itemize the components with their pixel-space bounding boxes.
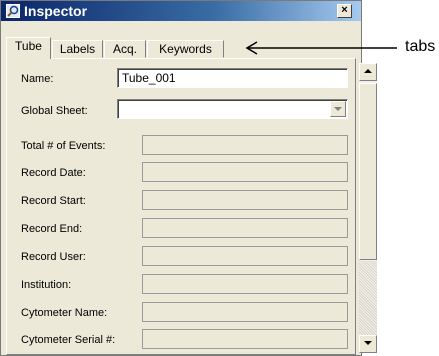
scroll-down-arrow-icon (364, 341, 372, 345)
tab-labels[interactable]: Labels (52, 40, 103, 58)
tab-label: Labels (59, 42, 96, 56)
scroll-up-button[interactable] (359, 63, 377, 81)
record-end-field (142, 218, 348, 238)
tab-label: Keywords (159, 42, 212, 56)
total-events-label: Total # of Events: (21, 140, 106, 152)
magnifier-icon (6, 4, 20, 18)
tab-tube[interactable]: Tube (6, 37, 51, 59)
tab-acq[interactable]: Acq. (104, 40, 146, 58)
record-end-label: Record End: (21, 223, 83, 235)
tab-label: Acq. (112, 42, 137, 56)
record-start-label: Record Start: (21, 195, 86, 207)
institution-field (142, 274, 348, 294)
record-start-field (142, 190, 348, 210)
annotation-label: tabs (405, 38, 436, 55)
vertical-scrollbar[interactable] (359, 63, 377, 353)
global-sheet-label: Global Sheet: (21, 105, 88, 117)
record-user-label: Record User: (21, 251, 86, 263)
institution-label: Institution: (21, 279, 72, 291)
name-label: Name: (21, 73, 54, 85)
scroll-track[interactable] (359, 261, 377, 335)
close-button[interactable]: × (337, 4, 352, 18)
dropdown-arrow-icon (334, 107, 342, 111)
record-user-field (142, 246, 348, 266)
cytometer-name-label: Cytometer Name: (21, 307, 108, 319)
record-date-field (142, 162, 348, 182)
cytometer-serial-field (142, 329, 348, 349)
tab-keywords[interactable]: Keywords (147, 40, 224, 58)
name-value: Tube_001 (122, 71, 176, 85)
cytometer-serial-label: Cytometer Serial #: (21, 334, 116, 346)
title-bar[interactable]: Inspector × (1, 1, 361, 21)
name-field[interactable]: Tube_001 (117, 68, 348, 88)
global-sheet-dropdown-button[interactable] (330, 101, 346, 117)
cytometer-name-field (142, 302, 348, 322)
close-icon: × (341, 4, 348, 16)
scroll-thumb[interactable] (359, 83, 377, 260)
window-title: Inspector (24, 3, 88, 19)
scroll-up-arrow-icon (364, 69, 372, 73)
global-sheet-combo[interactable] (117, 99, 348, 119)
scroll-down-button[interactable] (359, 335, 377, 353)
arrow-left-icon (245, 41, 397, 55)
record-date-label: Record Date: (21, 167, 86, 179)
total-events-field (142, 135, 348, 155)
tabs-annotation: tabs (245, 38, 437, 58)
tab-label: Tube (15, 39, 42, 53)
